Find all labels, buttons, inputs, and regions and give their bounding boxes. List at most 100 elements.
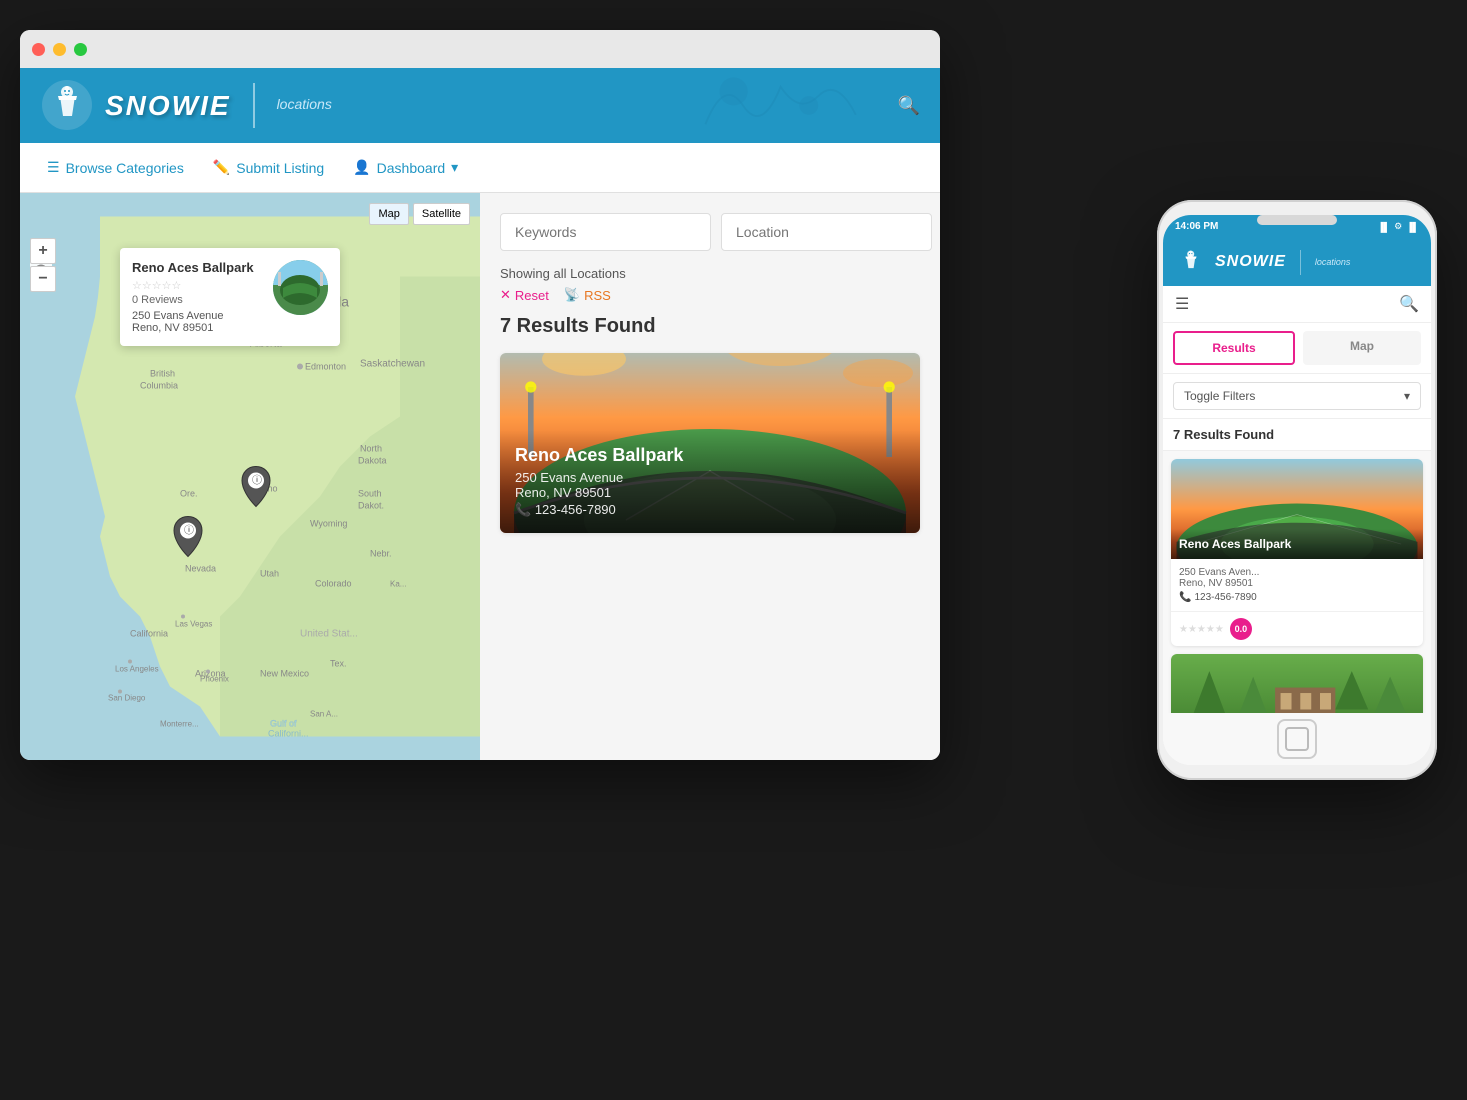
svg-text:ⓘ: ⓘ: [184, 525, 194, 537]
card-image-1: Reno Aces Ballpark 250 Evans Avenue Reno…: [500, 353, 920, 533]
zoom-out-btn[interactable]: −: [30, 266, 56, 292]
battery-icon: ▐▌: [1406, 222, 1419, 232]
logo-text: SNOWIE: [105, 90, 231, 122]
rss-icon: 📡: [564, 287, 580, 303]
mobile-card-2[interactable]: Newport on the Levee: [1171, 654, 1423, 713]
svg-text:Monterre...: Monterre...: [160, 720, 199, 729]
results-count: 7 Results Found: [500, 315, 920, 338]
dashboard-nav[interactable]: 👤 Dashboard ▾: [341, 151, 470, 184]
svg-text:Saskatchewan: Saskatchewan: [360, 359, 425, 370]
nav-bar: ☰ Browse Categories ✏️ Submit Listing 👤 …: [20, 143, 940, 193]
svg-text:Las Vegas: Las Vegas: [175, 620, 212, 629]
svg-text:San Diego: San Diego: [108, 694, 146, 703]
card-address-1: 250 Evans Avenue: [515, 470, 905, 485]
showing-all-label: Showing all Locations: [500, 266, 920, 281]
mobile-logo-divider: [1300, 250, 1301, 275]
rating-stars-1: ★★★★★: [1179, 624, 1224, 635]
submit-listing-nav[interactable]: ✏️ Submit Listing: [201, 151, 336, 184]
filter-links: ✕ Reset 📡 RSS: [500, 287, 920, 303]
svg-text:Gulf of: Gulf of: [270, 719, 297, 729]
tab-results[interactable]: Results: [1173, 331, 1295, 365]
rss-label: RSS: [584, 288, 611, 303]
popup-name: Reno Aces Ballpark: [132, 260, 263, 275]
user-icon: 👤: [353, 159, 370, 176]
popup-stars: ☆☆☆☆☆: [132, 279, 263, 292]
svg-text:Ore.: Ore.: [180, 489, 198, 499]
svg-text:Tex.: Tex.: [330, 659, 347, 669]
locations-subtitle: locations: [277, 96, 332, 112]
svg-text:Phoenix: Phoenix: [200, 675, 229, 684]
satellite-view-btn[interactable]: Satellite: [413, 203, 470, 225]
tab-map[interactable]: Map: [1303, 331, 1421, 365]
status-icons: ▐▌ ⚙ ▐▌: [1377, 221, 1419, 232]
zoom-in-btn[interactable]: +: [30, 238, 56, 264]
map-area: Map Satellite + − Canada: [20, 193, 480, 760]
mobile-search-icon[interactable]: 🔍: [1399, 294, 1419, 314]
mobile-nav: ☰ 🔍: [1163, 286, 1431, 323]
maximize-button[interactable]: [74, 43, 87, 56]
home-indicator[interactable]: [1277, 719, 1317, 759]
dropdown-icon: ▾: [451, 159, 458, 176]
mobile-header: SNOWIE locations: [1163, 238, 1431, 286]
right-panel: Update Location Showing all Locations ✕ …: [480, 193, 940, 760]
close-button[interactable]: [32, 43, 45, 56]
map-zoom-controls: + −: [30, 238, 56, 292]
main-content: Map Satellite + − Canada: [20, 193, 940, 760]
edit-icon: ✏️: [213, 159, 230, 176]
card-phone-1: 📞 123-456-7890: [515, 502, 905, 518]
mobile-filters: Toggle Filters ▾: [1163, 374, 1431, 419]
browse-categories-label: Browse Categories: [66, 160, 184, 176]
svg-text:Nebr.: Nebr.: [370, 549, 392, 559]
mobile-card-1[interactable]: Reno Aces Ballpark 250 Evans Aven... Ren…: [1171, 459, 1423, 646]
keywords-input[interactable]: [500, 213, 711, 251]
phone-icon-1: 📞: [1179, 592, 1191, 603]
home-button[interactable]: [1285, 727, 1309, 751]
toggle-filters-btn[interactable]: Toggle Filters ▾: [1173, 382, 1421, 410]
svg-text:New Mexico: New Mexico: [260, 669, 309, 679]
submit-listing-label: Submit Listing: [236, 160, 324, 176]
rss-link[interactable]: 📡 RSS: [564, 287, 611, 303]
mobile-hamburger-icon[interactable]: ☰: [1175, 294, 1189, 314]
popup-address-line1: 250 Evans Avenue: [132, 310, 263, 322]
mobile-card-overlay-1: Reno Aces Ballpark: [1171, 529, 1423, 559]
svg-text:Edmonton: Edmonton: [305, 362, 346, 372]
svg-text:Nevada: Nevada: [185, 564, 216, 574]
search-row: Update Location: [500, 213, 920, 251]
browse-categories-nav[interactable]: ☰ Browse Categories: [35, 151, 196, 184]
toggle-filters-label: Toggle Filters: [1184, 389, 1255, 403]
result-card-1[interactable]: Reno Aces Ballpark 250 Evans Avenue Reno…: [500, 353, 920, 533]
svg-text:Ka...: Ka...: [390, 580, 406, 589]
mobile-notch: [1257, 215, 1337, 225]
mobile-card-city-1: Reno, NV 89501: [1179, 578, 1415, 589]
svg-text:San A...: San A...: [310, 710, 338, 719]
card-overlay-1: Reno Aces Ballpark 250 Evans Avenue Reno…: [500, 430, 920, 533]
popup-image: [273, 260, 328, 315]
mobile-inner: 14:06 PM ▐▌ ⚙ ▐▌ SNOWIE: [1163, 215, 1431, 765]
mobile-home-bar: [1163, 713, 1431, 765]
mobile-results-count: 7 Results Found: [1163, 419, 1431, 451]
reset-link[interactable]: ✕ Reset: [500, 287, 549, 303]
svg-text:Utah: Utah: [260, 569, 279, 579]
mobile-card-phone-1: 📞 123-456-7890: [1179, 592, 1415, 603]
location-input[interactable]: [721, 213, 932, 251]
reset-icon: ✕: [500, 287, 511, 303]
svg-text:Los Angeles: Los Angeles: [115, 665, 159, 674]
svg-text:Californi...: Californi...: [268, 729, 309, 739]
map-view-btn[interactable]: Map: [369, 203, 408, 225]
svg-text:Colorado: Colorado: [315, 579, 352, 589]
mobile-card-image-1: Reno Aces Ballpark: [1171, 459, 1423, 559]
logo-area: SNOWIE locations: [40, 78, 332, 133]
minimize-button[interactable]: [53, 43, 66, 56]
card-city-1: Reno, NV 89501: [515, 485, 905, 500]
wifi-icon: ⚙: [1394, 221, 1402, 232]
svg-text:Dakot.: Dakot.: [358, 501, 384, 511]
mobile-card-address-1: 250 Evans Aven...: [1179, 567, 1415, 578]
snowie-wordmark: SNOWIE: [105, 90, 231, 122]
header-search-icon[interactable]: 🔍: [898, 95, 920, 116]
mobile-card-image-2: Newport on the Levee: [1171, 654, 1423, 713]
browser-titlebar: [20, 30, 940, 68]
map-controls: Map Satellite: [369, 203, 470, 225]
reset-label: Reset: [515, 288, 549, 303]
popup-reviews: 0 Reviews: [132, 294, 263, 306]
popup-address-line2: Reno, NV 89501: [132, 322, 263, 334]
